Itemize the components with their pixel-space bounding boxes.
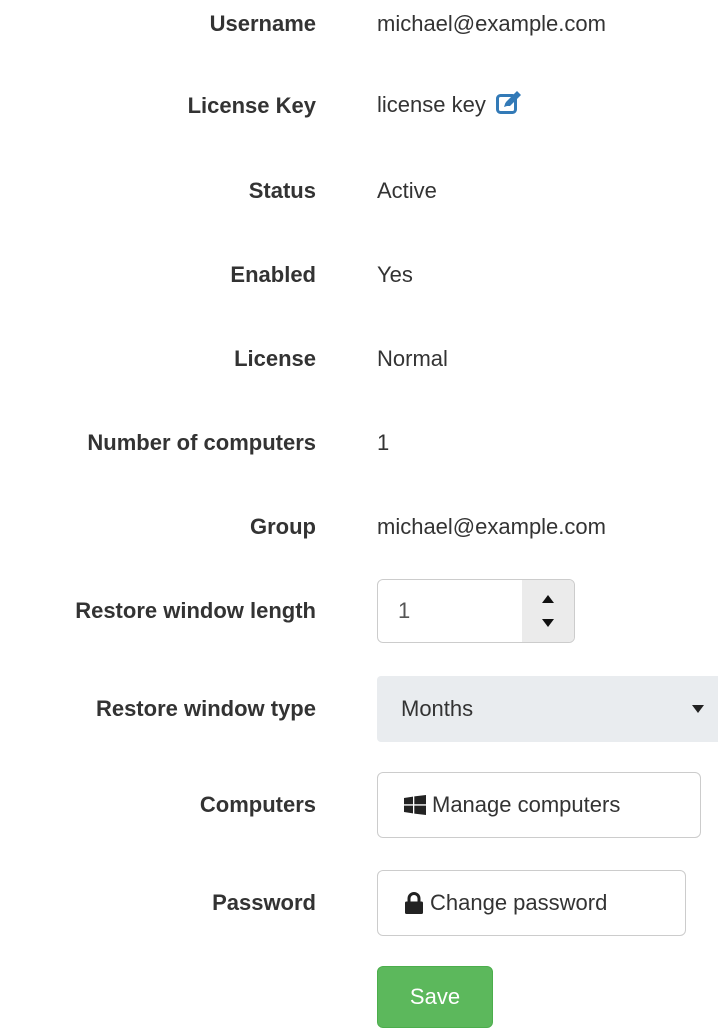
account-settings-form: Username michael@example.com License Key… xyxy=(0,0,718,1028)
windows-icon xyxy=(404,795,426,815)
enabled-value: Yes xyxy=(377,262,413,287)
restore-window-length-row: Restore window length 1 xyxy=(0,578,718,644)
save-button[interactable]: Save xyxy=(377,966,493,1028)
decrement-button[interactable] xyxy=(522,611,574,635)
license-label: License xyxy=(234,346,316,371)
manage-computers-label: Manage computers xyxy=(432,792,621,817)
enabled-label: Enabled xyxy=(230,262,316,287)
password-label: Password xyxy=(212,890,316,915)
manage-computers-button[interactable]: Manage computers xyxy=(377,772,701,838)
number-of-computers-row: Number of computers 1 xyxy=(0,423,718,463)
computers-label: Computers xyxy=(199,792,316,817)
number-of-computers-value: 1 xyxy=(377,430,390,455)
restore-window-type-select[interactable]: Months xyxy=(377,676,718,742)
password-row: Password Change password xyxy=(0,870,718,936)
caret-down-icon xyxy=(678,704,718,714)
group-value: michael@example.com xyxy=(377,514,606,539)
save-row: Save xyxy=(0,966,718,1028)
restore-window-type-row: Restore window type Months xyxy=(0,676,718,742)
username-label: Username xyxy=(209,11,316,36)
computers-row: Computers Manage computers xyxy=(0,772,718,838)
group-label: Group xyxy=(250,514,316,539)
license-row: License Normal xyxy=(0,339,718,379)
restore-window-type-label: Restore window type xyxy=(95,696,316,721)
status-row: Status Active xyxy=(0,171,718,211)
stepper-arrows xyxy=(522,580,574,642)
username-value: michael@example.com xyxy=(377,11,606,36)
license-key-row: License Key license key xyxy=(0,86,718,126)
status-label: Status xyxy=(248,178,316,203)
restore-window-type-value: Months xyxy=(401,696,474,721)
group-row: Group michael@example.com xyxy=(0,507,718,547)
license-value: Normal xyxy=(377,346,448,371)
edit-icon[interactable] xyxy=(495,91,522,121)
change-password-button[interactable]: Change password xyxy=(377,870,686,936)
increment-button[interactable] xyxy=(522,587,574,611)
license-key-label: License Key xyxy=(187,93,316,118)
restore-window-length-stepper[interactable]: 1 xyxy=(377,579,575,643)
license-key-value: license key xyxy=(377,92,486,117)
change-password-label: Change password xyxy=(430,890,608,915)
restore-window-length-label: Restore window length xyxy=(75,598,316,623)
enabled-row: Enabled Yes xyxy=(0,255,718,295)
chevron-up-icon xyxy=(542,595,554,603)
restore-window-length-input[interactable]: 1 xyxy=(378,598,522,624)
username-row: Username michael@example.com xyxy=(0,4,718,44)
license-key-value-wrap: license key xyxy=(377,91,522,121)
number-of-computers-label: Number of computers xyxy=(87,430,316,455)
status-value: Active xyxy=(377,178,437,203)
lock-icon xyxy=(404,892,424,914)
chevron-down-icon xyxy=(542,619,554,627)
